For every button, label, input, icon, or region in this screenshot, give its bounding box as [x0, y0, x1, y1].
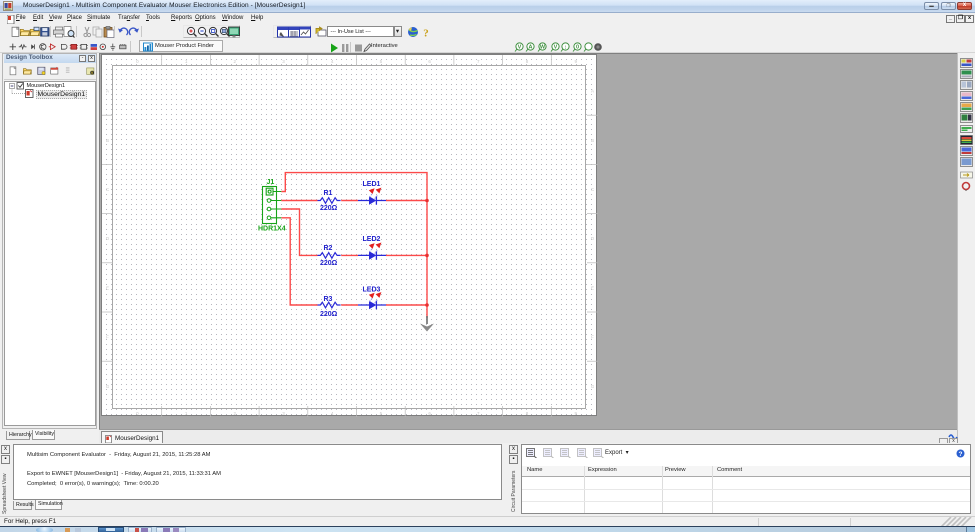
- svg-text:220Ω: 220Ω: [320, 205, 338, 212]
- svg-text:220Ω: 220Ω: [320, 260, 338, 267]
- svg-text:V: V: [553, 45, 557, 51]
- svg-text:A: A: [529, 45, 533, 51]
- svg-text:V: V: [518, 45, 522, 51]
- svg-text:W: W: [539, 45, 545, 51]
- svg-text:220Ω: 220Ω: [320, 311, 338, 318]
- svg-text:R2: R2: [324, 245, 333, 252]
- svg-text:LED1: LED1: [363, 181, 381, 188]
- svg-text:LED3: LED3: [363, 287, 381, 294]
- svg-text:?: ?: [959, 451, 963, 458]
- svg-text:R1: R1: [324, 190, 333, 197]
- svg-text:R3: R3: [324, 296, 333, 303]
- svg-text:?: ?: [423, 28, 429, 40]
- svg-text:0: 0: [575, 45, 578, 51]
- svg-text:HDR1X4: HDR1X4: [258, 226, 286, 233]
- svg-text:↕: ↕: [564, 45, 567, 51]
- svg-text:LED2: LED2: [363, 236, 381, 243]
- svg-text:J1: J1: [267, 179, 275, 186]
